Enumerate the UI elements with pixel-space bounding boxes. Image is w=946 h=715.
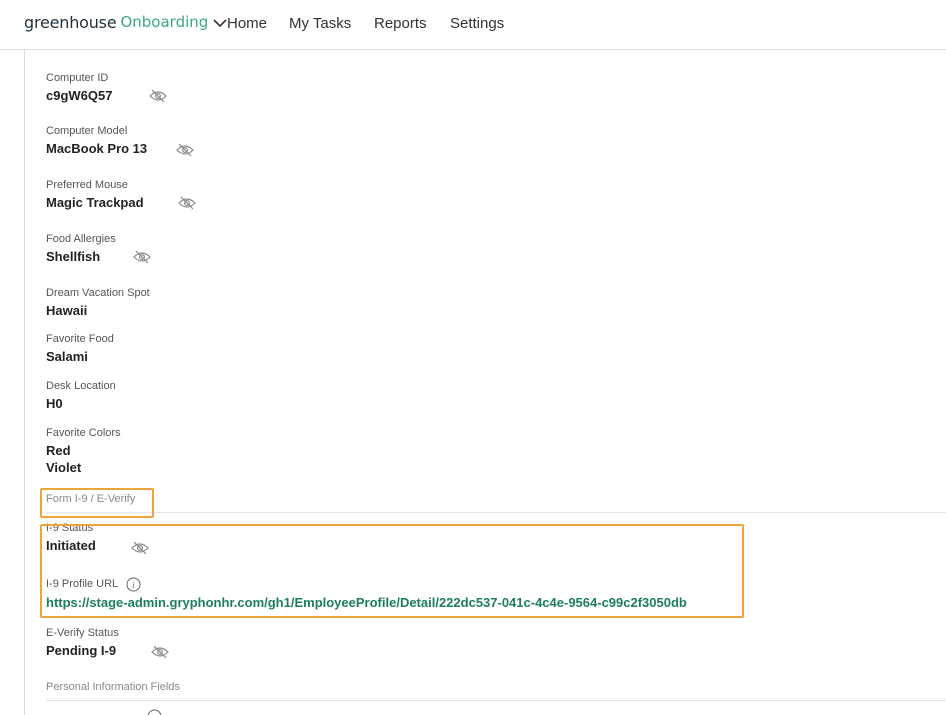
field-label: Favorite Food bbox=[46, 333, 114, 345]
field-value: Violet bbox=[46, 460, 82, 475]
brand-product: Onboarding bbox=[120, 13, 209, 31]
info-icon[interactable]: i bbox=[126, 577, 141, 592]
field-food-allergies: Food Allergies Shellfish bbox=[46, 233, 116, 265]
field-label: I-9 Status bbox=[46, 522, 94, 534]
field-value: Magic Trackpad bbox=[46, 195, 144, 210]
field-label: Computer ID bbox=[46, 72, 109, 84]
field-favorite-food: Favorite Food Salami bbox=[46, 333, 114, 365]
field-desk-location: Desk Location H0 bbox=[46, 380, 116, 412]
field-value: Shellfish bbox=[46, 249, 101, 264]
section-title-personal: Personal Information Fields bbox=[46, 681, 180, 693]
field-value: Pending I-9 bbox=[46, 643, 117, 658]
field-dream-vacation-spot: Dream Vacation Spot Hawaii bbox=[46, 287, 150, 319]
brand-logo: greenhouse bbox=[24, 12, 117, 32]
section-title-i9: Form I-9 / E-Verify bbox=[46, 493, 136, 505]
field-label: Dream Vacation Spot bbox=[46, 287, 150, 299]
field-i9-status: I-9 Status Initiated bbox=[46, 522, 96, 554]
field-value: MacBook Pro 13 bbox=[46, 141, 148, 156]
chevron-down-icon bbox=[213, 15, 227, 33]
eye-slash-icon[interactable] bbox=[130, 541, 150, 555]
nav-reports[interactable]: Reports bbox=[374, 15, 427, 32]
field-label: Food Allergies bbox=[46, 233, 116, 245]
i9-profile-url-label: I-9 Profile URL bbox=[46, 578, 119, 590]
content-left-border bbox=[24, 50, 25, 715]
svg-text:i: i bbox=[132, 580, 135, 590]
i9-profile-url-link[interactable]: https://stage-admin.gryphonhr.com/gh1/Em… bbox=[46, 595, 687, 610]
section-divider bbox=[46, 700, 946, 701]
field-value: c9gW6Q57 bbox=[46, 88, 113, 103]
field-label: Computer Model bbox=[46, 125, 128, 137]
field-label: Favorite Colors bbox=[46, 427, 121, 439]
field-everify-status: E-Verify Status Pending I-9 bbox=[46, 627, 119, 659]
field-preferred-mouse: Preferred Mouse Magic Trackpad bbox=[46, 179, 144, 211]
eye-slash-icon[interactable] bbox=[175, 143, 195, 157]
field-favorite-colors: Favorite Colors Red Violet bbox=[46, 427, 121, 476]
field-label: Desk Location bbox=[46, 380, 116, 392]
field-value: Initiated bbox=[46, 538, 96, 553]
field-computer-id: Computer ID c9gW6Q57 bbox=[46, 72, 112, 104]
eye-slash-icon[interactable] bbox=[148, 89, 168, 103]
info-icon[interactable] bbox=[147, 709, 162, 715]
product-switcher[interactable]: greenhouse Onboarding bbox=[24, 11, 227, 33]
eye-slash-icon[interactable] bbox=[177, 196, 197, 210]
section-divider bbox=[46, 512, 946, 513]
field-value: Hawaii bbox=[46, 303, 88, 318]
field-computer-model: Computer Model MacBook Pro 13 bbox=[46, 125, 147, 157]
field-label: Preferred Mouse bbox=[46, 179, 128, 191]
field-label: E-Verify Status bbox=[46, 627, 119, 639]
field-value: Salami bbox=[46, 349, 88, 364]
field-value: H0 bbox=[46, 396, 63, 411]
nav-home[interactable]: Home bbox=[227, 15, 267, 32]
nav-settings[interactable]: Settings bbox=[450, 15, 504, 32]
nav-my-tasks[interactable]: My Tasks bbox=[289, 15, 351, 32]
eye-slash-icon[interactable] bbox=[150, 645, 170, 659]
top-navigation: greenhouse Onboarding Home My Tasks Repo… bbox=[0, 0, 946, 50]
eye-slash-icon[interactable] bbox=[132, 250, 152, 264]
field-value: Red bbox=[46, 443, 71, 458]
